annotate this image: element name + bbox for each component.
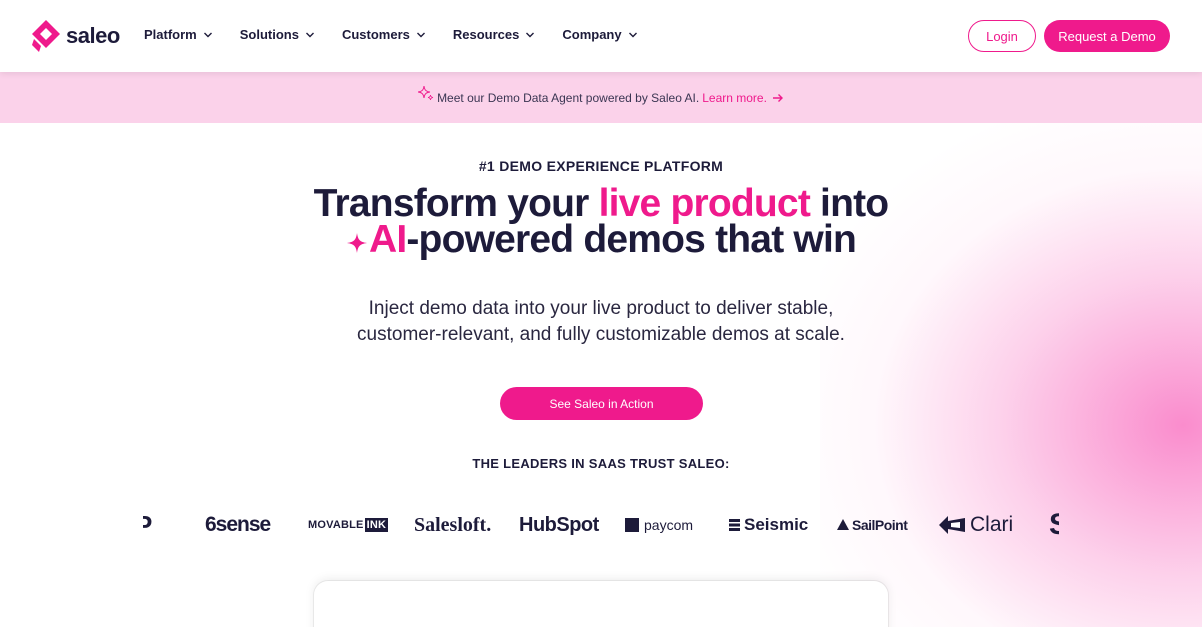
chevron-down-icon	[305, 32, 314, 37]
logo-text: HubSpot	[519, 513, 599, 536]
banner-text: Meet our Demo Data Agent powered by Sale…	[437, 90, 700, 105]
subhead-line: customer-relevant, and fully customizabl…	[357, 324, 845, 345]
logo-text: MOVABLE	[308, 519, 364, 531]
seismic-mark-icon	[729, 519, 740, 531]
nav-label: Company	[562, 27, 622, 42]
nav-resources[interactable]: Resources	[453, 27, 535, 42]
nav-company[interactable]: Company	[562, 27, 637, 42]
saleo-logo[interactable]: saleo	[31, 19, 120, 53]
headline-text: -powered demos that win	[406, 218, 857, 261]
clari-logo: Clari	[938, 505, 1013, 545]
salesloft-logo: Salesloft.	[414, 505, 491, 545]
headline-line-2: AI-powered demos that win	[0, 220, 1202, 259]
login-button[interactable]: Login	[968, 20, 1036, 52]
nav-platform[interactable]: Platform	[144, 27, 213, 42]
clari-mark-icon	[939, 516, 965, 534]
nav-label: Platform	[144, 27, 197, 42]
trust-heading: THE LEADERS IN SAAS TRUST SALEO:	[472, 456, 730, 471]
nav-label: Customers	[341, 27, 410, 42]
logo-text: SailPoint	[852, 517, 908, 533]
see-saleo-in-action-button[interactable]: See Saleo in Action	[500, 387, 703, 420]
hero-subhead: Inject demo data into your live product …	[0, 296, 1202, 348]
headline-highlight: AI	[368, 218, 407, 261]
logo-text: saleo	[66, 23, 120, 48]
nav-customers[interactable]: Customers	[342, 27, 426, 42]
chevron-down-icon	[416, 32, 425, 37]
logo-text: Seismic	[744, 515, 809, 534]
paycom-logo: paycom	[625, 505, 693, 545]
logo-text: 6sense	[205, 513, 271, 536]
logo-text: P	[143, 509, 153, 540]
announcement-banner: Meet our Demo Data Agent powered by Sale…	[0, 72, 1202, 123]
nav-label: Resources	[452, 27, 520, 42]
logo-text: S	[1049, 508, 1059, 542]
paycom-mark-icon	[625, 518, 639, 532]
hero-eyebrow: #1 DEMO EXPERIENCE PLATFORM	[478, 158, 724, 174]
partial-logo-left: P	[143, 505, 152, 545]
headline-line-1: Transform your live product into	[0, 184, 1202, 223]
hubspot-logo: HubSpot	[519, 505, 599, 545]
nav-solutions[interactable]: Solutions	[240, 27, 315, 42]
main-nav: Platform Solutions Customers Resources C…	[144, 27, 665, 42]
seismic-logo: Seismic	[729, 505, 808, 545]
sailpoint-logo: SailPoint	[836, 505, 908, 545]
logo-text: Clari	[970, 513, 1014, 536]
chevron-down-icon	[628, 32, 637, 37]
subhead-line: Inject demo data into your live product …	[368, 298, 834, 319]
nav-label: Solutions	[239, 27, 299, 42]
logo-text: INK	[364, 518, 389, 532]
chevron-down-icon	[203, 32, 212, 37]
chevron-down-icon	[526, 32, 535, 37]
site-header: saleo Platform Solutions Customers Resou…	[0, 0, 1202, 72]
arrow-right-icon[interactable]	[772, 92, 784, 104]
logo-text: Salesloft.	[414, 513, 492, 536]
sparkle-icon	[418, 85, 434, 100]
learn-more-link[interactable]: Learn more.	[702, 91, 767, 105]
partial-logo-right: S	[1049, 505, 1059, 545]
movable-ink-logo: MOVABLE INK	[308, 505, 389, 545]
four-point-star-icon	[346, 233, 367, 253]
product-preview-card	[314, 581, 888, 627]
logo-text: paycom	[644, 517, 694, 533]
hero-headline: Transform your live product into AI-powe…	[0, 184, 1202, 259]
sailpoint-mark-icon	[837, 519, 849, 530]
customer-logos: P 6sense MOVABLE INK Salesloft. HubSpot p…	[143, 505, 1059, 545]
request-demo-button[interactable]: Request a Demo	[1044, 20, 1170, 52]
saleo-diamond-icon	[32, 20, 60, 52]
6sense-logo: 6sense	[205, 505, 271, 545]
